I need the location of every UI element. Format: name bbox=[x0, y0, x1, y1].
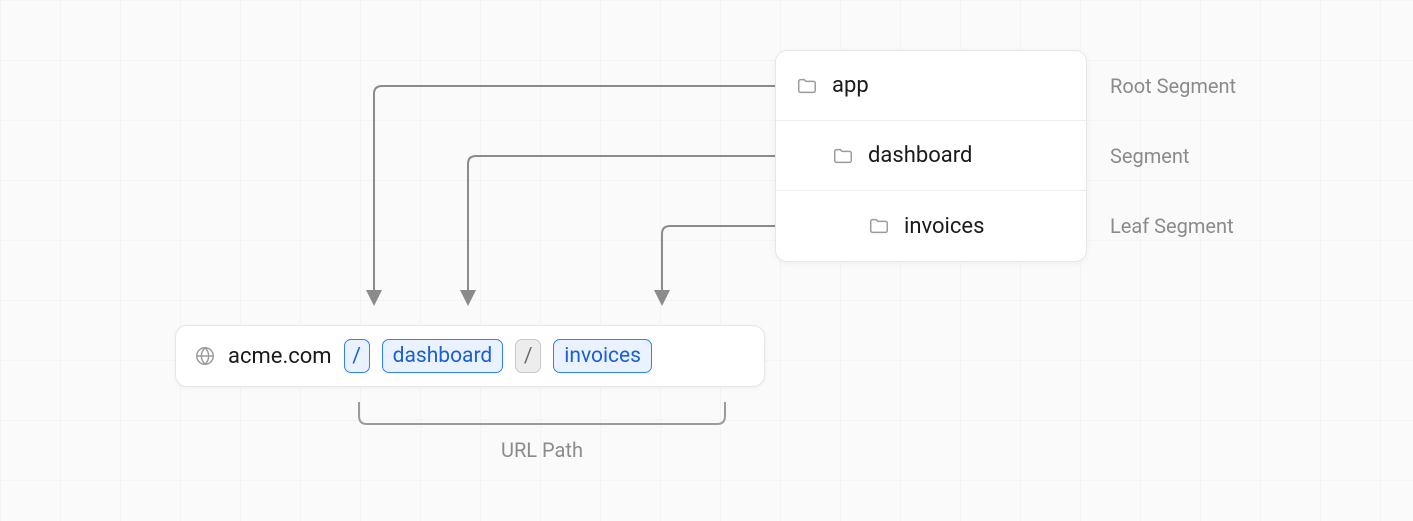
segment-label-leaf: Leaf Segment bbox=[1110, 214, 1234, 238]
tree-row-dashboard: dashboard bbox=[776, 121, 1086, 191]
tree-row-invoices: invoices bbox=[776, 191, 1086, 261]
folder-icon bbox=[832, 145, 854, 167]
segment-label-root: Root Segment bbox=[1110, 74, 1236, 98]
tree-row-app: app bbox=[776, 51, 1086, 121]
file-tree: app dashboard invoices bbox=[775, 50, 1087, 262]
tree-row-label: invoices bbox=[904, 214, 984, 239]
url-segment-dashboard: dashboard bbox=[382, 339, 504, 373]
url-path-label: URL Path bbox=[358, 438, 726, 462]
url-slash-root: / bbox=[344, 339, 370, 373]
url-bar: acme.com / dashboard / invoices bbox=[175, 325, 765, 387]
url-slash-separator: / bbox=[515, 339, 541, 373]
url-segment-invoices: invoices bbox=[553, 339, 652, 373]
segment-label-mid: Segment bbox=[1110, 144, 1189, 168]
folder-icon bbox=[796, 75, 818, 97]
folder-icon bbox=[868, 215, 890, 237]
tree-row-label: dashboard bbox=[868, 143, 972, 168]
tree-row-label: app bbox=[832, 73, 869, 98]
globe-icon bbox=[194, 345, 216, 367]
url-domain: acme.com bbox=[228, 344, 332, 369]
url-path-bracket bbox=[358, 402, 726, 428]
